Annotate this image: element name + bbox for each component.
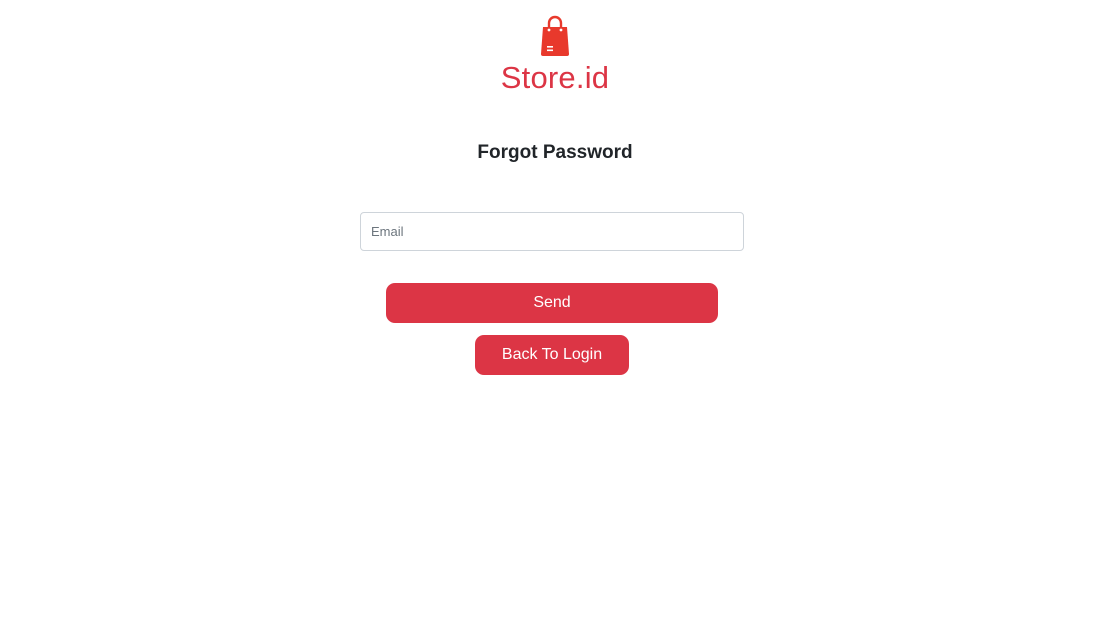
email-field[interactable] xyxy=(360,212,744,251)
send-button[interactable]: Send xyxy=(386,283,718,323)
back-to-login-button[interactable]: Back To Login xyxy=(475,335,629,375)
page-title: Forgot Password xyxy=(477,142,633,163)
forgot-password-page: Store.id Forgot Password Send Back To Lo… xyxy=(0,0,1110,636)
brand-header: Store.id xyxy=(0,14,1110,95)
shopping-bag-icon xyxy=(541,15,569,56)
brand-name: Store.id xyxy=(500,60,610,95)
